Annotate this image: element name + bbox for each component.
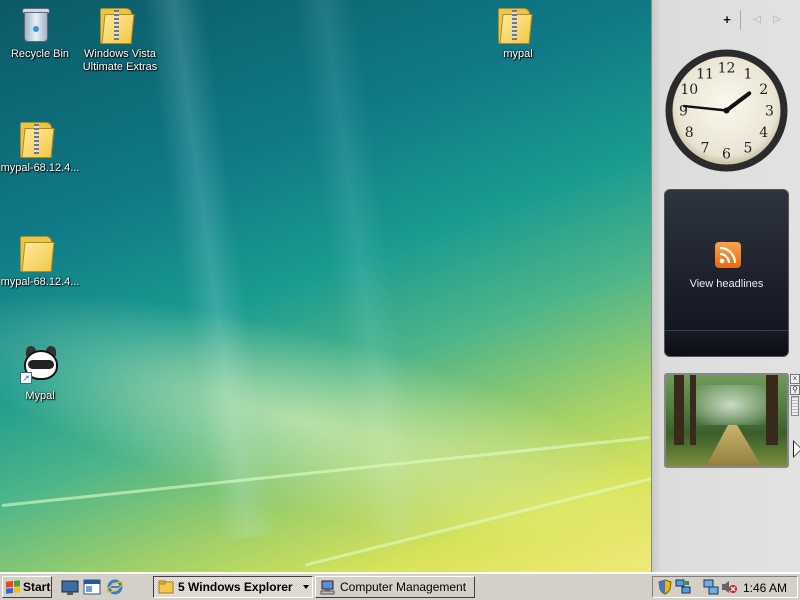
desktop-icon-label: Recycle Bin (10, 48, 70, 60)
network-connection-icon[interactable] (703, 579, 719, 595)
folder-icon (158, 580, 174, 594)
desktop-icon-label: mypal-68.12.4... (0, 276, 80, 288)
desktop-icon-label: mypal (503, 48, 533, 60)
desktop-icon-mypal-folder[interactable]: mypal (478, 4, 558, 61)
clock-numeral: 6 (722, 147, 731, 163)
clock-numeral: 2 (759, 82, 768, 98)
photo-tree (690, 375, 696, 445)
windows-sidebar: + ◁ ▷ 12 1 2 3 4 5 6 7 8 9 10 11 View headlines (651, 0, 800, 572)
security-shield-icon[interactable] (657, 579, 673, 595)
clock-numeral: 8 (685, 125, 694, 141)
taskbar-button-label: Computer Management (340, 580, 467, 594)
desktop-icon-label: Mypal (25, 390, 55, 402)
next-page-button[interactable]: ▷ (770, 12, 784, 28)
taskbar-button-windows-explorer[interactable]: 5 Windows Explorer (153, 576, 313, 598)
folder-icon (20, 232, 60, 272)
slideshow-gadget[interactable] (664, 373, 789, 468)
volume-muted-icon[interactable] (721, 579, 737, 595)
desktop-icon-mypal-shortcut[interactable]: ↗ Mypal (0, 346, 80, 403)
clock-numeral: 12 (718, 61, 736, 77)
gadget-options-icon[interactable]: ⚲ (790, 385, 800, 395)
mouse-cursor-icon (793, 440, 800, 458)
clock-gadget[interactable]: 12 1234567891011 (664, 48, 789, 173)
desktop-icon-label: mypal-68.12.4... (0, 162, 80, 174)
taskbar-button-label: 5 Windows Explorer (178, 580, 293, 594)
photo-tree (766, 375, 778, 445)
clock-numeral: 7 (701, 141, 710, 157)
photo-tree (674, 375, 684, 445)
clock-numeral: 10 (680, 82, 698, 98)
add-gadget-button[interactable]: + (720, 12, 734, 28)
system-tray: 1:46 AM (652, 576, 798, 598)
show-desktop-icon[interactable] (61, 578, 79, 596)
start-label: Start (23, 580, 51, 594)
recycle-bin-icon (20, 4, 60, 44)
desktop-icon-vista-extras[interactable]: Windows Vista Ultimate Extras (80, 4, 160, 74)
photo-path (704, 425, 764, 466)
close-gadget-icon[interactable]: × (790, 374, 800, 384)
explorer-window-icon[interactable] (83, 578, 101, 596)
rss-icon (715, 242, 741, 268)
internet-explorer-icon[interactable] (106, 578, 124, 596)
clock-numeral: 4 (759, 125, 768, 141)
desktop-icon-recycle-bin[interactable]: Recycle Bin (0, 4, 80, 61)
desktop-icon-mypal-zip[interactable]: mypal-68.12.4... (0, 118, 80, 175)
zip-folder-icon (20, 118, 60, 158)
windows-flag-icon (6, 580, 20, 594)
computer-management-icon (320, 580, 335, 595)
clock-numeral: 5 (744, 141, 753, 157)
clock-center (723, 107, 730, 114)
wallpaper-glow (0, 240, 651, 572)
taskbar: Start 5 Windows Explorer Computer Manage… (0, 572, 800, 600)
clock-numeral: 1 (744, 66, 753, 82)
feed-footer (665, 330, 788, 356)
network-icon[interactable] (675, 579, 691, 595)
taskbar-button-computer-management[interactable]: Computer Management (315, 576, 475, 598)
sidebar-toolbar: + ◁ ▷ (652, 8, 800, 32)
zip-folder-icon (100, 4, 140, 44)
previous-page-button[interactable]: ◁ (750, 12, 764, 28)
sidebar-separator (740, 10, 741, 30)
clock-numeral: 11 (696, 66, 714, 82)
tray-clock-time[interactable]: 1:46 AM (743, 581, 787, 595)
chevron-down-icon (303, 585, 309, 589)
desktop-icon-mypal-dir[interactable]: mypal-68.12.4... (0, 232, 80, 289)
desktop[interactable]: Recycle Bin Windows Vista Ultimate Extra… (0, 0, 651, 572)
view-headlines-link[interactable]: View headlines (665, 278, 788, 290)
zip-folder-icon (498, 4, 538, 44)
desktop-icon-label: Windows Vista Ultimate Extras (82, 48, 158, 73)
gadget-drag-handle[interactable] (791, 396, 799, 416)
clock-numeral: 3 (765, 104, 774, 120)
forest-photo (696, 385, 766, 425)
start-button[interactable]: Start (2, 576, 52, 598)
mypal-shortcut-icon: ↗ (20, 346, 60, 386)
feed-headlines-gadget[interactable]: View headlines (664, 189, 789, 357)
